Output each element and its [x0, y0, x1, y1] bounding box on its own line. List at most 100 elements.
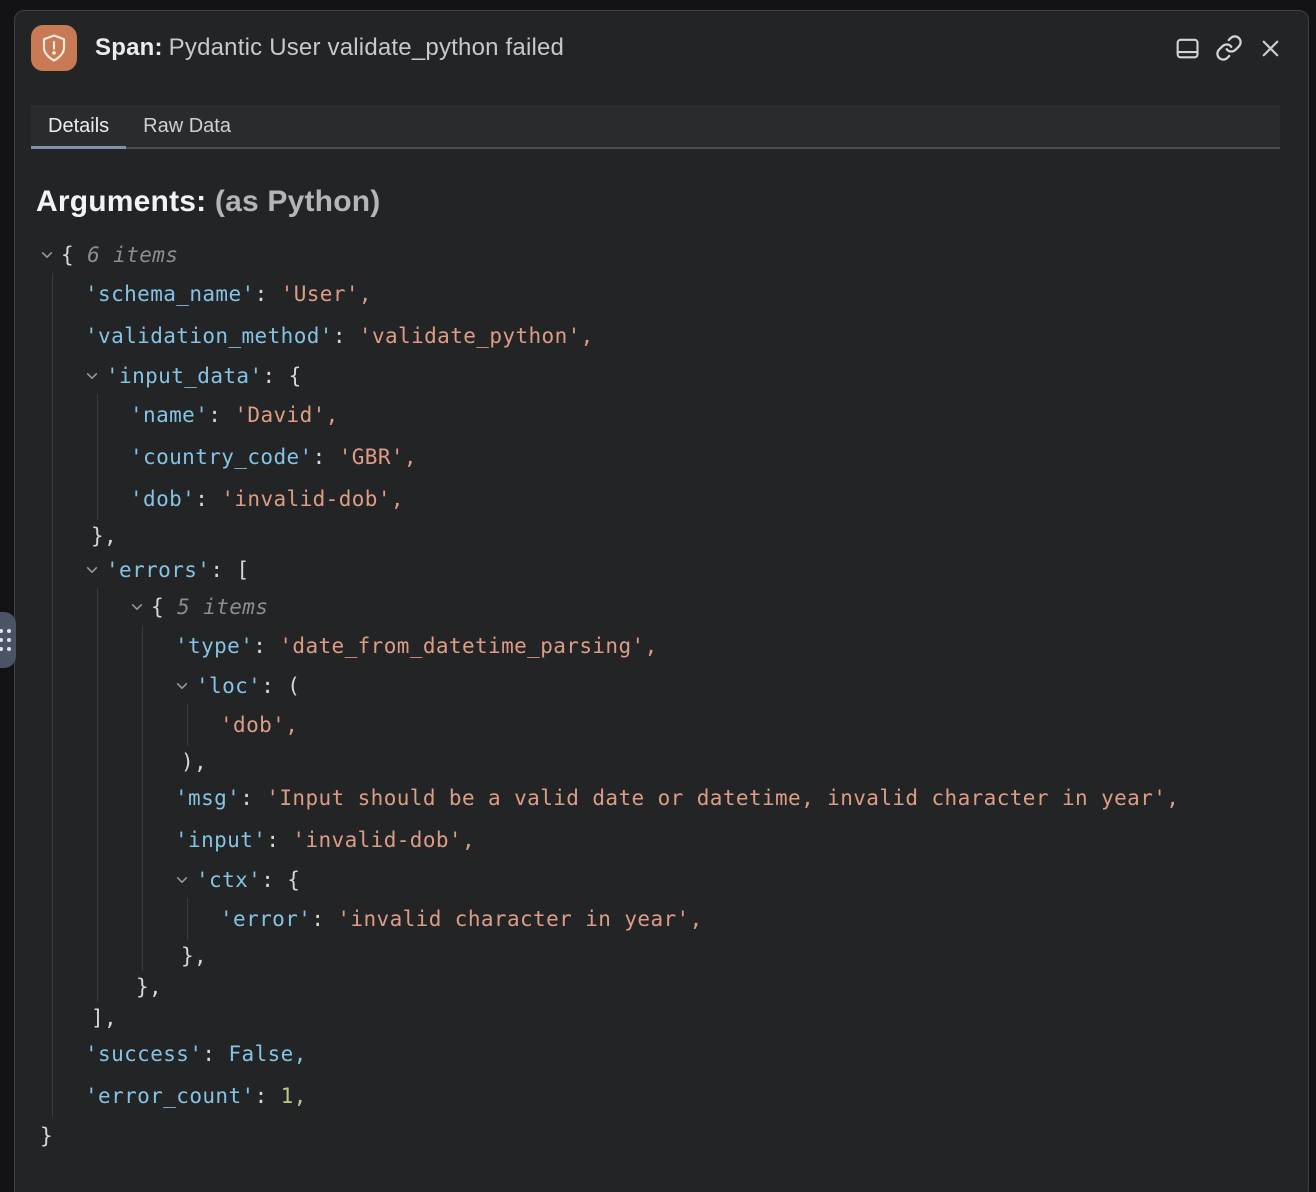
tree-row: 'input': 'invalid-dob',: [15, 819, 1308, 861]
tree-token-key: 'error': [220, 907, 311, 931]
tree-token-string: 'validate_python',: [359, 324, 594, 348]
panel-title: Span:Pydantic User validate_python faile…: [95, 34, 564, 62]
tab-raw-data[interactable]: Raw Data: [126, 105, 248, 147]
link-icon: [1215, 34, 1243, 62]
tree-token-key: 'error_count': [85, 1084, 255, 1108]
tree-token-items: 5 items: [177, 595, 268, 619]
tree-token-punct: ),: [181, 750, 207, 774]
panel-resize-handle[interactable]: [0, 612, 16, 668]
tree-token-punct: {: [151, 595, 177, 619]
tree-row: 'schema_name': 'User',: [15, 273, 1308, 315]
tree-token-key: 'country_code': [130, 445, 313, 469]
tree-token-punct: },: [91, 524, 117, 548]
tree-row: },: [21, 971, 1309, 1002]
arguments-format-label: (as Python): [215, 185, 381, 218]
tree-token-punct: {: [61, 243, 87, 267]
tree-token-key: 'dob': [130, 487, 195, 511]
tree-row: },: [21, 520, 1309, 551]
tree-row: { 6 items: [15, 236, 1308, 273]
tree-row: 'dob': 'invalid-dob',: [15, 478, 1308, 520]
tree-token-punct: :: [208, 403, 234, 427]
tree-token-key: 'input_data': [106, 364, 263, 388]
collapse-toggle-icon[interactable]: [175, 873, 189, 887]
tab-details[interactable]: Details: [31, 105, 126, 147]
tree-token-punct: :: [255, 282, 281, 306]
collapse-toggle-icon[interactable]: [85, 369, 99, 383]
tree-token-key: 'validation_method': [85, 324, 333, 348]
panel-bottom-icon: [1173, 34, 1201, 62]
tree-token-key: 'type': [175, 634, 253, 658]
tree-token-items: 6 items: [87, 243, 178, 267]
close-button[interactable]: [1255, 33, 1286, 64]
tree-token-string: 'Input should be a valid date or datetim…: [266, 786, 1179, 810]
collapse-toggle-icon[interactable]: [175, 679, 189, 693]
tree-row: 'error': 'invalid character in year',: [15, 898, 1308, 940]
tree-token-string: 'invalid-dob',: [292, 828, 475, 852]
tree-token-punct: :: [240, 786, 266, 810]
span-detail-panel: Span:Pydantic User validate_python faile…: [14, 10, 1309, 1192]
tree-row: 'dob',: [15, 704, 1308, 746]
tree-token-key: 'name': [130, 403, 208, 427]
tree-token-punct: :: [255, 1084, 281, 1108]
indent-guide: [142, 625, 143, 971]
indent-guide: [187, 898, 188, 940]
span-title-text: Pydantic User validate_python failed: [169, 34, 564, 61]
tree-row: 'loc': (: [15, 667, 1308, 704]
tree-token-string: 'User',: [281, 282, 372, 306]
shield-alert-icon: [31, 25, 77, 71]
tree-row: 'country_code': 'GBR',: [15, 436, 1308, 478]
tree-token-key: 'success': [85, 1042, 202, 1066]
tree-token-key: 'ctx': [196, 868, 261, 892]
close-icon: [1257, 35, 1284, 62]
dock-panel-button[interactable]: [1171, 32, 1203, 64]
tree-token-string: 'dob',: [220, 713, 298, 737]
tree-token-punct: }: [40, 1124, 53, 1148]
tree-token-punct: :: [195, 487, 221, 511]
arguments-tree: { 6 items'schema_name': 'User','validati…: [15, 236, 1308, 1154]
tree-row: 'ctx': {: [15, 861, 1308, 898]
tree-token-bool: False,: [228, 1042, 306, 1066]
tree-token-punct: : [: [210, 558, 249, 582]
tree-row: { 5 items: [15, 588, 1308, 625]
tree-row: 'error_count': 1,: [15, 1075, 1308, 1117]
tree-token-string: 'invalid character in year',: [337, 907, 702, 931]
arguments-heading: Arguments: (as Python): [36, 185, 1308, 219]
tree-token-punct: :: [311, 907, 337, 931]
tab-bar: DetailsRaw Data: [31, 105, 1280, 149]
tree-token-string: 'invalid-dob',: [221, 487, 404, 511]
tree-token-punct: : {: [263, 364, 302, 388]
tree-token-punct: :: [253, 634, 279, 658]
span-kind-label: Span:: [95, 34, 163, 61]
tree-token-string: 'date_from_datetime_parsing',: [279, 634, 657, 658]
grip-dots-icon: [0, 629, 11, 651]
tree-row: 'success': False,: [15, 1033, 1308, 1075]
collapse-toggle-icon[interactable]: [85, 563, 99, 577]
tree-row: ),: [21, 746, 1309, 777]
tree-token-key: 'loc': [196, 674, 261, 698]
tree-token-punct: :: [266, 828, 292, 852]
tree-token-punct: : (: [261, 674, 300, 698]
details-content: Arguments: (as Python) { 6 items'schema_…: [15, 185, 1308, 1154]
tree-token-key: 'msg': [175, 786, 240, 810]
tree-row: ],: [21, 1002, 1309, 1033]
copy-link-button[interactable]: [1213, 32, 1245, 64]
tree-token-key: 'schema_name': [85, 282, 255, 306]
tree-row: 'name': 'David',: [15, 394, 1308, 436]
tree-token-punct: : {: [261, 868, 300, 892]
tree-token-number: 1,: [281, 1084, 307, 1108]
tree-token-punct: :: [333, 324, 359, 348]
tree-token-key: 'input': [175, 828, 266, 852]
tree-token-punct: },: [136, 975, 162, 999]
collapse-toggle-icon[interactable]: [130, 600, 144, 614]
collapse-toggle-icon[interactable]: [40, 248, 54, 262]
tree-row: }: [15, 1117, 1308, 1154]
tree-row: },: [21, 940, 1309, 971]
tree-token-punct: :: [202, 1042, 228, 1066]
tree-token-key: 'errors': [106, 558, 210, 582]
tree-row: 'errors': [: [15, 551, 1308, 588]
tree-token-string: 'David',: [234, 403, 338, 427]
tree-row: 'msg': 'Input should be a valid date or …: [15, 777, 1308, 819]
panel-header: Span:Pydantic User validate_python faile…: [15, 11, 1308, 71]
tree-row: 'validation_method': 'validate_python',: [15, 315, 1308, 357]
tree-token-string: 'GBR',: [339, 445, 417, 469]
